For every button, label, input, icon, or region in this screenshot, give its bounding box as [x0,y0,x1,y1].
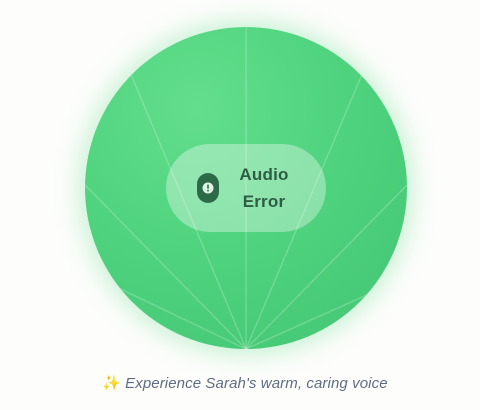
audio-error-label-line1: Audio [239,165,289,184]
audio-error-label-line2: Error [242,192,286,211]
voice-caption: ✨ Experience Sarah's warm, caring voice [0,374,480,392]
audio-error-label: Audio Error [236,161,292,215]
audio-error-status[interactable]: Audio Error [166,144,326,232]
sparkles-icon: ✨ [102,375,122,392]
voice-caption-text: Experience Sarah's warm, caring voice [125,375,388,392]
exclamation-icon [197,173,219,203]
